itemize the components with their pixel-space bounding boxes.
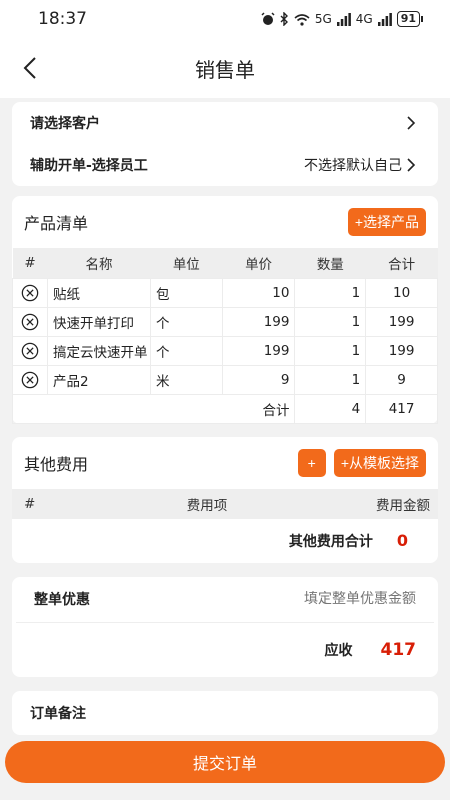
product-table: # 名称 单位 单价 数量 合计 贴纸 包 10 1 10 快速开单打印 个 1… <box>12 248 438 424</box>
select-product-button[interactable]: +选择产品 <box>347 208 426 236</box>
cell-total: 199 <box>365 335 438 366</box>
discount-input[interactable] <box>246 591 416 607</box>
cell-price[interactable]: 10 <box>221 277 296 308</box>
nav-bar: 销售单 <box>0 38 450 98</box>
footer-total: 417 <box>365 393 438 424</box>
other-fees-header: 其他费用 + +从模板选择 <box>12 437 438 489</box>
add-fee-button[interactable]: + <box>297 448 326 477</box>
status-bar: 18:37 5G 4G 91 <box>0 0 450 38</box>
back-button[interactable] <box>16 52 44 84</box>
alarm-icon <box>261 12 275 25</box>
col-total: 合计 <box>365 248 438 278</box>
fee-col-index: # <box>24 495 36 512</box>
signal-icon-2 <box>377 12 392 26</box>
remove-circle-icon[interactable] <box>21 284 39 302</box>
discount-label: 整单优惠 <box>34 592 90 608</box>
bluetooth-icon <box>280 12 288 26</box>
amount-due-label: 应收 <box>324 642 353 659</box>
select-employee-label: 辅助开单-选择员工 <box>30 158 148 174</box>
battery-icon: 91 <box>396 11 424 27</box>
cell-total: 199 <box>365 306 438 337</box>
fee-total-value: 0 <box>396 531 408 550</box>
cell-qty[interactable]: 1 <box>294 277 367 308</box>
cell-price[interactable]: 9 <box>221 364 296 395</box>
product-list-header: 产品清单 +选择产品 <box>12 196 438 248</box>
cell-name: 搞定云快速开单 <box>46 335 151 366</box>
discount-row: 整单优惠 <box>16 577 434 623</box>
other-fees-card: 其他费用 + +从模板选择 # 费用项 费用金额 其他费用合计 0 <box>12 436 438 563</box>
amount-due-value: 417 <box>380 639 417 660</box>
cell-total: 9 <box>365 364 438 395</box>
cell-price[interactable]: 199 <box>221 306 296 337</box>
footer-qty: 4 <box>294 393 367 424</box>
col-qty: 数量 <box>294 248 366 278</box>
network-5g: 5G <box>314 12 332 26</box>
cell-price[interactable]: 199 <box>221 335 296 366</box>
fee-table-header: # 费用项 费用金额 <box>12 488 438 519</box>
chevron-right-icon <box>407 116 416 130</box>
chevron-left-icon <box>23 57 36 79</box>
cell-qty[interactable]: 1 <box>294 364 367 395</box>
signal-icon <box>336 12 351 26</box>
customer-card: 请选择客户 辅助开单-选择员工 不选择默认自己 <box>12 102 438 186</box>
cell-qty[interactable]: 1 <box>294 306 367 337</box>
status-time: 18:37 <box>38 9 87 29</box>
product-list-title: 产品清单 <box>24 214 89 233</box>
amount-due-row: 应收 417 <box>12 623 438 677</box>
table-row: 快速开单打印 个 199 1 199 <box>12 306 438 337</box>
col-index: # <box>12 248 48 278</box>
wifi-icon <box>294 13 310 26</box>
main-content: 请选择客户 辅助开单-选择员工 不选择默认自己 产品清单 +选择产品 # 名称 … <box>0 98 450 800</box>
product-list-card: 产品清单 +选择产品 # 名称 单位 单价 数量 合计 贴纸 包 10 1 10… <box>12 196 438 424</box>
select-customer-row[interactable]: 请选择客户 <box>12 102 438 144</box>
col-price: 单价 <box>222 248 295 278</box>
fee-total-label: 其他费用合计 <box>288 533 373 550</box>
cell-name: 贴纸 <box>46 277 151 308</box>
status-icons: 5G 4G 91 <box>261 11 424 27</box>
cell-unit: 米 <box>149 364 223 395</box>
cell-qty[interactable]: 1 <box>294 335 367 366</box>
select-template-button[interactable]: +从模板选择 <box>333 448 426 477</box>
remove-circle-icon[interactable] <box>21 313 39 331</box>
cell-unit: 个 <box>149 306 223 337</box>
table-row: 贴纸 包 10 1 10 <box>12 277 438 308</box>
fee-col-item: 费用项 <box>186 497 228 514</box>
table-row: 产品2 米 9 1 9 <box>12 364 438 395</box>
col-name: 名称 <box>47 248 151 278</box>
network-4g: 4G <box>355 12 373 26</box>
fee-col-amount: 费用金额 <box>376 497 430 514</box>
table-row: 搞定云快速开单 个 199 1 199 <box>12 335 438 366</box>
cell-unit: 个 <box>149 335 223 366</box>
cell-unit: 包 <box>149 277 223 308</box>
cell-name: 产品2 <box>46 364 151 395</box>
fee-total-row: 其他费用合计 0 <box>12 519 438 563</box>
footer-label: 合计 <box>222 393 296 424</box>
remove-circle-icon[interactable] <box>21 342 39 360</box>
select-employee-row[interactable]: 辅助开单-选择员工 不选择默认自己 <box>12 144 438 186</box>
col-unit: 单位 <box>150 248 223 278</box>
chevron-right-icon <box>407 158 416 172</box>
submit-order-button[interactable]: 提交订单 <box>5 741 445 783</box>
other-fees-title: 其他费用 <box>24 454 89 474</box>
order-remark-label[interactable]: 订单备注 <box>12 691 438 735</box>
select-employee-value: 不选择默认自己 <box>304 158 402 174</box>
page-title: 销售单 <box>195 57 255 82</box>
remark-card: 订单备注 <box>12 690 438 735</box>
cell-total: 10 <box>365 277 438 308</box>
cell-name: 快速开单打印 <box>46 306 151 337</box>
table-footer-row: 合计 4 417 <box>12 393 438 424</box>
select-customer-label: 请选择客户 <box>30 116 100 132</box>
remove-circle-icon[interactable] <box>21 371 39 389</box>
discount-card: 整单优惠 应收 417 <box>12 576 438 677</box>
